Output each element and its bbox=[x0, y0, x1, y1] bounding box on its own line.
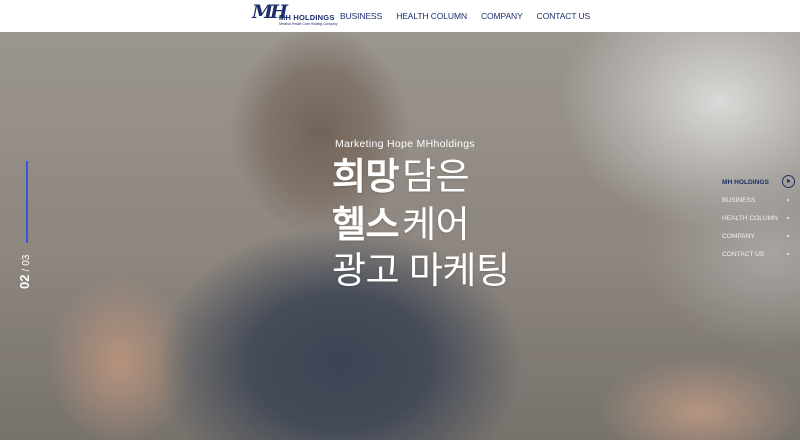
side-menu-item-contact-us[interactable]: CONTACT US bbox=[722, 245, 796, 263]
hero-headline-regular: 광고 마케팅 bbox=[332, 250, 510, 291]
hero-headline-regular: 케어 bbox=[402, 204, 470, 245]
slide-total: 03 bbox=[21, 254, 32, 266]
site-header: MH MH HOLDINGS Medical Health Care Holdi… bbox=[0, 0, 800, 32]
dot-icon bbox=[787, 199, 789, 201]
side-menu-label: HEALTH COLUMN bbox=[722, 214, 778, 222]
logo-tagline: Medical Health Care Holding Company bbox=[279, 22, 338, 26]
hero-copy: Marketing Hope MHholdings 희망담은 헬스케어 광고 마… bbox=[0, 32, 800, 440]
logo[interactable]: MH MH HOLDINGS Medical Health Care Holdi… bbox=[252, 3, 338, 29]
slide-current: 02 bbox=[17, 274, 32, 289]
hero-headline-line-3: 광고 마케팅 bbox=[332, 250, 510, 292]
logo-name: MH HOLDINGS bbox=[279, 13, 335, 22]
hero-slide: Marketing Hope MHholdings 희망담은 헬스케어 광고 마… bbox=[0, 32, 800, 440]
side-menu-label: MH HOLDINGS bbox=[722, 178, 769, 186]
slide-counter-label: 02 / 03 bbox=[17, 159, 32, 289]
side-menu-label: CONTACT US bbox=[722, 250, 765, 258]
side-menu-item-health-column[interactable]: HEALTH COLUMN bbox=[722, 209, 796, 227]
hero-headline-line-2: 헬스케어 bbox=[332, 204, 470, 246]
slide-counter: 02 / 03 bbox=[17, 161, 39, 293]
hero-eyebrow: Marketing Hope MHholdings bbox=[335, 138, 475, 150]
side-menu-item-business[interactable]: BUSINESS bbox=[722, 191, 796, 209]
slide-separator: / bbox=[21, 268, 32, 272]
side-menu-item-company[interactable]: COMPANY bbox=[722, 227, 796, 245]
nav-item-health-column[interactable]: HEALTH COLUMN bbox=[396, 11, 467, 21]
hero-headline-regular: 담은 bbox=[402, 156, 470, 197]
play-circle-icon bbox=[782, 175, 795, 188]
hero-headline-bold: 헬스 bbox=[332, 204, 400, 245]
side-menu: MH HOLDINGS BUSINESS HEALTH COLUMN COMPA… bbox=[722, 173, 796, 263]
side-menu-label: COMPANY bbox=[722, 232, 755, 240]
dot-icon bbox=[787, 235, 789, 237]
main-nav: BUSINESS HEALTH COLUMN COMPANY CONTACT U… bbox=[340, 0, 590, 32]
hero-headline-bold: 희망 bbox=[332, 156, 400, 197]
nav-item-business[interactable]: BUSINESS bbox=[340, 11, 382, 21]
nav-item-contact-us[interactable]: CONTACT US bbox=[537, 11, 591, 21]
side-menu-label: BUSINESS bbox=[722, 196, 756, 204]
side-menu-item-mh-holdings[interactable]: MH HOLDINGS bbox=[722, 173, 796, 191]
dot-icon bbox=[787, 217, 789, 219]
nav-item-company[interactable]: COMPANY bbox=[481, 11, 523, 21]
dot-icon bbox=[787, 253, 789, 255]
hero-headline-line-1: 희망담은 bbox=[332, 156, 470, 198]
